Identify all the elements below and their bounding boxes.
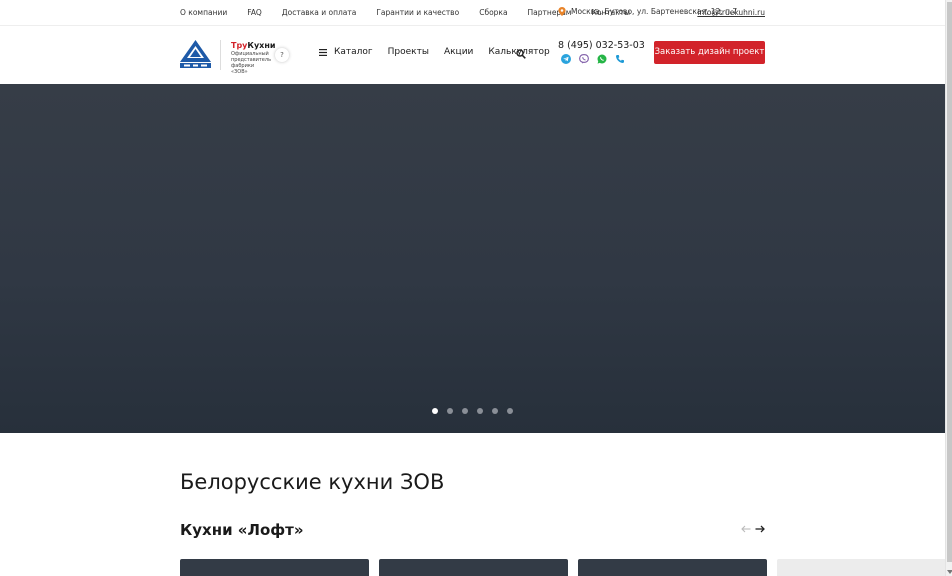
scroll-down-icon[interactable] <box>947 570 952 574</box>
slider-dot[interactable] <box>447 408 453 414</box>
brand-name: ТруКухни <box>231 41 275 50</box>
nav-promos[interactable]: Акции <box>444 47 473 57</box>
phone-number[interactable]: 8 (495) 032-53-03 <box>558 40 645 51</box>
header: ТруКухни Официальный представитель фабри… <box>0 26 945 84</box>
kitchen-cards <box>180 559 952 576</box>
whatsapp-icon[interactable] <box>597 54 607 64</box>
viber-icon[interactable] <box>579 54 589 64</box>
kitchen-card[interactable] <box>379 559 568 576</box>
top-nav-assembly[interactable]: Сборка <box>479 8 507 17</box>
slider-dot[interactable] <box>477 408 483 414</box>
slider-dot[interactable] <box>432 408 438 414</box>
arrow-left-icon[interactable] <box>741 524 751 534</box>
kitchen-card[interactable] <box>180 559 369 576</box>
nav-projects[interactable]: Проекты <box>388 47 429 57</box>
nav-catalog[interactable]: Каталог <box>319 47 373 57</box>
nav-catalog-label: Каталог <box>334 47 373 57</box>
brand-subtitle: Официальный представитель фабрики «ЗОВ» <box>231 51 272 75</box>
brand[interactable]: ТруКухни Официальный представитель фабри… <box>231 41 275 75</box>
logo-divider <box>220 40 221 70</box>
order-design-button[interactable]: Заказать дизайн проект <box>654 41 765 64</box>
top-nav-delivery[interactable]: Доставка и оплата <box>282 8 357 17</box>
help-button[interactable]: ? <box>275 48 289 62</box>
kitchen-card[interactable] <box>777 559 952 576</box>
arrow-right-icon[interactable] <box>755 524 765 534</box>
telegram-icon[interactable] <box>561 54 571 64</box>
top-nav-warranty[interactable]: Гарантии и качество <box>376 8 459 17</box>
scrollbar[interactable] <box>945 0 952 576</box>
search-icon[interactable] <box>516 49 526 59</box>
kitchen-card[interactable] <box>578 559 767 576</box>
slider-dot[interactable] <box>462 408 468 414</box>
brand-name-suffix: Кухни <box>247 41 276 50</box>
carousel-arrows <box>741 524 765 534</box>
slider-dot[interactable] <box>492 408 498 414</box>
phone-call-icon[interactable] <box>615 54 625 64</box>
location-pin-icon <box>558 7 566 16</box>
menu-icon <box>319 48 327 56</box>
slider-dots <box>432 408 513 414</box>
email-link[interactable]: info@truekuhni.ru <box>697 8 765 17</box>
scrollbar-thumb[interactable] <box>947 2 952 562</box>
top-nav-about[interactable]: О компании <box>180 8 227 17</box>
slider-dot[interactable] <box>507 408 513 414</box>
top-bar: О компании FAQ Доставка и оплата Гаранти… <box>0 0 945 26</box>
top-nav-faq[interactable]: FAQ <box>247 8 262 17</box>
page-title: Белорусские кухни ЗОВ <box>180 470 445 494</box>
hero-slider <box>0 84 945 433</box>
messenger-links <box>561 54 625 64</box>
section-title: Кухни «Лофт» <box>180 521 304 539</box>
zov-logo[interactable] <box>180 40 211 68</box>
brand-name-prefix: Тру <box>231 41 248 50</box>
